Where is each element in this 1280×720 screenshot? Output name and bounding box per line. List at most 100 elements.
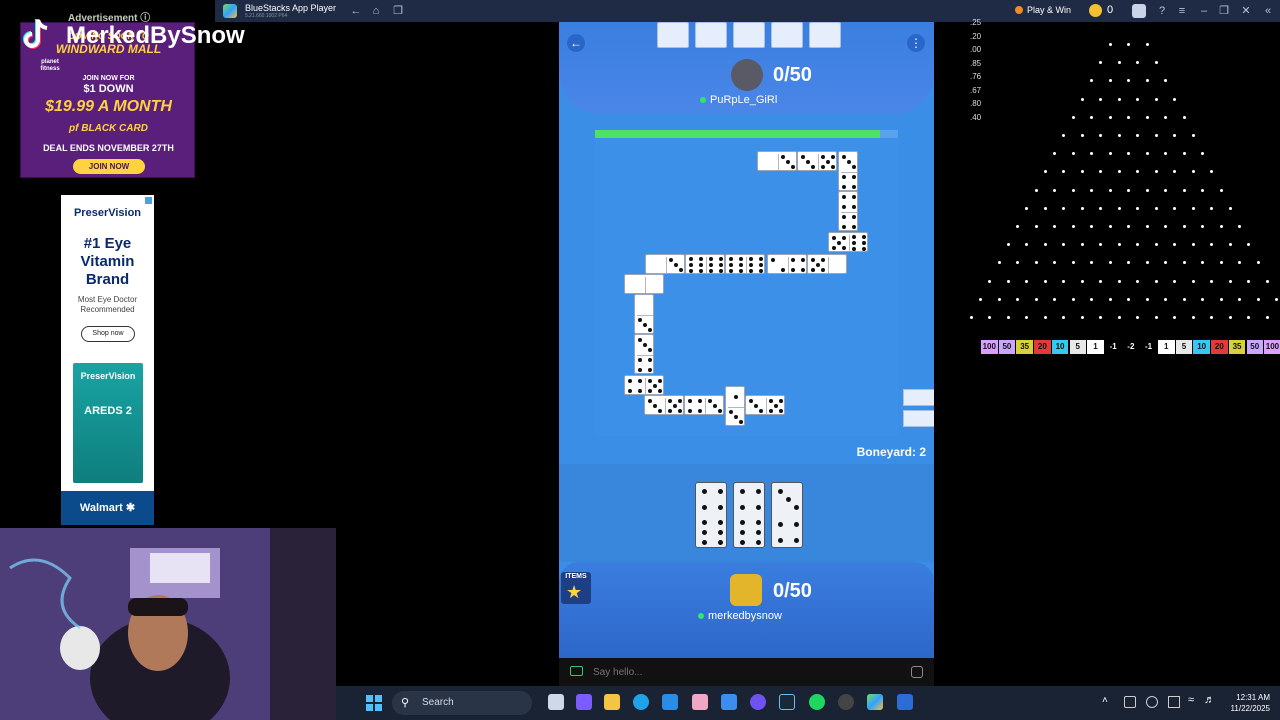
items-button[interactable]: ITEMS ★ <box>561 572 591 604</box>
online-dot-icon <box>700 97 706 104</box>
tray-icon[interactable] <box>1146 696 1158 708</box>
pip <box>643 343 647 347</box>
tray-icon[interactable] <box>1124 696 1136 708</box>
close-icon[interactable]: ✕ <box>1239 4 1253 18</box>
back-icon[interactable]: ← <box>349 4 363 18</box>
back-arrow-icon[interactable]: ← <box>567 34 585 52</box>
task-view-icon[interactable] <box>548 694 564 710</box>
edge-icon[interactable] <box>633 694 649 710</box>
expand-icon[interactable]: « <box>1261 4 1275 18</box>
tray-chevron-icon[interactable]: ˄ <box>1102 695 1108 706</box>
restore-icon[interactable]: ❐ <box>1217 4 1231 18</box>
plinko-peg <box>1191 316 1195 319</box>
plinko-peg <box>1099 316 1103 319</box>
steam-icon[interactable] <box>779 694 795 710</box>
wifi-icon[interactable]: ≈ <box>1188 694 1194 706</box>
plinko-slot: 20 <box>1034 340 1051 354</box>
domino-tile[interactable] <box>771 482 803 548</box>
store-icon[interactable] <box>662 694 678 710</box>
preservision-ad[interactable]: PreserVision #1 Eye Vitamin Brand Most E… <box>61 195 154 525</box>
pip <box>689 269 693 273</box>
volume-icon[interactable]: ♬ <box>1204 694 1215 706</box>
plinko-peg <box>1127 152 1130 156</box>
windows-start-icon[interactable] <box>366 695 382 711</box>
plinko-peg <box>1053 225 1056 228</box>
domino-tile <box>644 395 684 415</box>
pip <box>821 268 825 272</box>
ad1-join-button[interactable]: JOIN NOW <box>73 159 145 174</box>
plinko-peg <box>1062 279 1066 283</box>
domino-divider <box>828 257 829 273</box>
file-explorer-icon[interactable] <box>604 694 620 710</box>
taskbar-search[interactable]: ⚲ Search <box>392 691 532 715</box>
help-icon[interactable]: ? <box>1155 4 1169 18</box>
clock[interactable]: 12:31 AM 11/22/2025 <box>1231 692 1270 714</box>
domino-tile <box>797 151 837 171</box>
pip <box>779 399 783 403</box>
pip <box>842 246 846 250</box>
account-avatar-icon[interactable] <box>1132 4 1146 18</box>
pip <box>852 241 856 245</box>
opponent-avatar[interactable] <box>731 59 763 91</box>
plinko-peg <box>1145 261 1149 265</box>
plinko-peg <box>1117 61 1121 65</box>
obs-icon[interactable] <box>838 694 854 710</box>
plinko-peg <box>1173 243 1177 247</box>
play-win-button[interactable]: Play & Win <box>1027 5 1071 15</box>
plinko-peg <box>997 297 1001 301</box>
adchoices-icon[interactable] <box>145 197 152 204</box>
plinko-peg <box>1127 188 1130 192</box>
more-options-icon[interactable]: ⋮ <box>907 34 925 52</box>
plinko-peg <box>1127 115 1130 119</box>
app-icon[interactable] <box>897 694 913 710</box>
copilot-icon[interactable] <box>576 694 592 710</box>
ad2-shop-button[interactable]: Shop now <box>81 326 135 342</box>
plinko-peg <box>1099 243 1103 247</box>
plinko-slot: 1 <box>1158 340 1175 354</box>
multi-instance-icon[interactable]: ❐ <box>391 4 405 18</box>
opponent-name-row: PuRpLe_GiRl <box>700 94 777 106</box>
pip <box>673 404 677 408</box>
app-icon[interactable] <box>692 694 708 710</box>
home-icon[interactable]: ⌂ <box>369 4 383 18</box>
pip <box>709 263 713 267</box>
pip <box>842 225 846 229</box>
photos-icon[interactable] <box>721 694 737 710</box>
star-icon: ★ <box>566 582 583 602</box>
pip <box>811 165 815 169</box>
domino-tile[interactable] <box>695 482 727 548</box>
plinko-peg <box>1228 206 1232 210</box>
plinko-peg <box>1265 316 1269 319</box>
screen: BlueStacks App Player 5.21.660.1002 P64 … <box>0 0 1280 720</box>
domino-tile[interactable] <box>733 482 765 548</box>
domino-divider <box>746 257 747 273</box>
pip <box>689 263 693 267</box>
plinko-peg <box>1117 97 1121 101</box>
plinko-peg <box>1173 170 1177 174</box>
spotify-icon[interactable] <box>809 694 825 710</box>
turn-timer-fill <box>595 130 880 138</box>
plinko-peg <box>1136 170 1140 174</box>
pip <box>774 404 778 408</box>
pip <box>862 241 866 245</box>
player-avatar[interactable] <box>730 574 762 606</box>
discord-icon[interactable] <box>750 694 766 710</box>
tray-icon[interactable] <box>1168 696 1180 708</box>
boneyard-tile[interactable] <box>903 389 934 406</box>
plinko-peg <box>1164 152 1167 156</box>
pip <box>826 160 830 164</box>
minimize-icon[interactable]: – <box>1197 4 1211 18</box>
domino-divider <box>637 315 653 316</box>
plinko-peg <box>1071 152 1075 156</box>
plinko-peg <box>1108 115 1112 119</box>
domino-tile <box>767 254 807 274</box>
menu-icon[interactable]: ≡ <box>1175 4 1189 18</box>
boneyard-tile[interactable] <box>903 410 934 427</box>
plinko-peg <box>1164 225 1167 228</box>
plinko-peg <box>1016 225 1019 228</box>
chat-input[interactable] <box>593 663 893 681</box>
emoji-icon[interactable] <box>911 666 923 678</box>
plinko-peg <box>1210 243 1214 247</box>
pip <box>759 257 763 261</box>
bluestacks-taskbar-icon[interactable] <box>867 694 883 710</box>
